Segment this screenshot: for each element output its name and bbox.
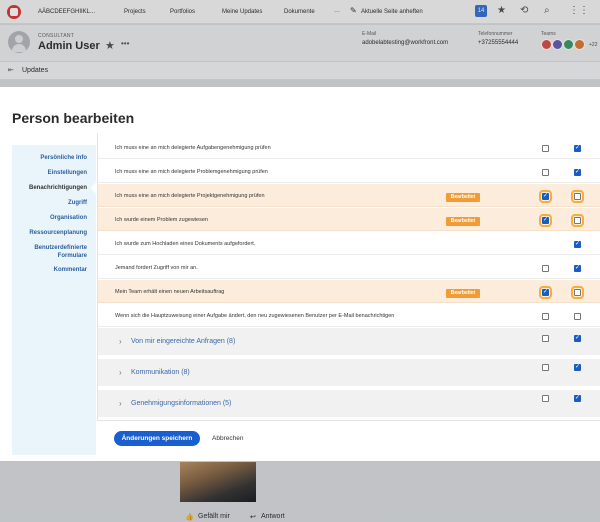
- notification-group[interactable]: › Kommunikation (8) ✓: [98, 359, 600, 388]
- edited-tag: Bearbeitet: [446, 217, 480, 226]
- email-checkbox[interactable]: [571, 190, 584, 203]
- nav-comment[interactable]: Kommentar: [11, 266, 87, 274]
- nav-organization[interactable]: Organisation: [11, 214, 87, 222]
- notification-label: Jemand fordert Zugriff von mir an.: [115, 265, 198, 271]
- notification-row: Ich wurde zum Hochladen eines Dokuments …: [98, 232, 600, 255]
- edited-tag: Bearbeitet: [446, 193, 480, 202]
- notification-group[interactable]: › Genehmigungsinformationen (5) ✓: [98, 390, 600, 419]
- edit-person-dialog: Person bearbeiten Persönliche Info Einst…: [0, 87, 600, 461]
- in-app-checkbox[interactable]: [542, 335, 549, 342]
- notification-settings-list: Ich muss eine an mich delegierte Aufgabe…: [97, 133, 600, 420]
- chevron-right-icon[interactable]: ›: [119, 399, 122, 408]
- email-checkbox[interactable]: ✓: [574, 169, 581, 176]
- in-app-checkbox[interactable]: [542, 313, 549, 320]
- dialog-section-nav: Persönliche Info Einstellungen Benachric…: [11, 145, 102, 455]
- email-checkbox[interactable]: ✓: [574, 265, 581, 272]
- notification-label: Ich wurde zum Hochladen eines Dokuments …: [115, 241, 256, 247]
- nav-settings[interactable]: Einstellungen: [11, 169, 87, 177]
- dialog-footer: Änderungen speichern Abbrechen: [97, 420, 600, 461]
- in-app-checkbox[interactable]: ✓: [539, 286, 552, 299]
- nav-notifications[interactable]: Benachrichtigungen: [11, 184, 87, 192]
- email-checkbox[interactable]: ✓: [574, 145, 581, 152]
- edited-tag: Bearbeitet: [446, 289, 480, 298]
- notification-label: Ich wurde einem Problem zugewiesen: [115, 217, 208, 223]
- save-changes-button[interactable]: Änderungen speichern: [114, 431, 200, 446]
- nav-custom-forms[interactable]: Benutzerdefinierte Formulare: [11, 244, 87, 260]
- group-label[interactable]: Von mir eingereichte Anfragen (8): [131, 338, 235, 345]
- in-app-checkbox[interactable]: [542, 364, 549, 371]
- notification-label: Ich muss eine an mich delegierte Aufgabe…: [115, 145, 271, 151]
- dialog-title: Person bearbeiten: [12, 110, 135, 126]
- email-checkbox[interactable]: ✓: [574, 395, 581, 402]
- notification-label: Ich muss eine an mich delegierte Projekt…: [115, 193, 265, 199]
- email-checkbox[interactable]: ✓: [574, 241, 581, 248]
- notification-row: Mein Team erhält einen neuen Arbeitsauft…: [98, 280, 600, 303]
- email-checkbox[interactable]: ✓: [574, 335, 581, 342]
- notification-row: Ich muss eine an mich delegierte Projekt…: [98, 184, 600, 207]
- cancel-button[interactable]: Abbrechen: [212, 435, 243, 442]
- notification-label: Mein Team erhält einen neuen Arbeitsauft…: [115, 289, 225, 295]
- email-checkbox[interactable]: [571, 214, 584, 227]
- notification-row: Ich muss eine an mich delegierte Problem…: [98, 160, 600, 183]
- group-label[interactable]: Kommunikation (8): [131, 369, 190, 376]
- email-checkbox[interactable]: ✓: [574, 364, 581, 371]
- email-checkbox[interactable]: [574, 313, 581, 320]
- in-app-checkbox[interactable]: [542, 169, 549, 176]
- notification-label: Wenn sich die Hauptzuweisung einer Aufga…: [115, 313, 395, 319]
- nav-access[interactable]: Zugriff: [11, 199, 87, 207]
- nav-personal-info[interactable]: Persönliche Info: [11, 154, 87, 162]
- nav-resource-planning[interactable]: Ressourcenplanung: [11, 229, 87, 237]
- in-app-checkbox[interactable]: [542, 265, 549, 272]
- in-app-checkbox[interactable]: [542, 145, 549, 152]
- chevron-right-icon[interactable]: ›: [119, 368, 122, 377]
- group-label[interactable]: Genehmigungsinformationen (5): [131, 400, 231, 407]
- in-app-checkbox[interactable]: ✓: [539, 214, 552, 227]
- chevron-right-icon[interactable]: ›: [119, 337, 122, 346]
- notification-row: Jemand fordert Zugriff von mir an. ✓: [98, 256, 600, 279]
- in-app-checkbox[interactable]: [542, 395, 549, 402]
- in-app-checkbox[interactable]: ✓: [539, 190, 552, 203]
- notification-group[interactable]: › Von mir eingereichte Anfragen (8) ✓: [98, 328, 600, 357]
- notification-row: Ich muss eine an mich delegierte Aufgabe…: [98, 136, 600, 159]
- email-checkbox[interactable]: [571, 286, 584, 299]
- notification-row: Ich wurde einem Problem zugewiesen Bearb…: [98, 208, 600, 231]
- notification-label: Ich muss eine an mich delegierte Problem…: [115, 169, 268, 175]
- notification-row: Wenn sich die Hauptzuweisung einer Aufga…: [98, 304, 600, 327]
